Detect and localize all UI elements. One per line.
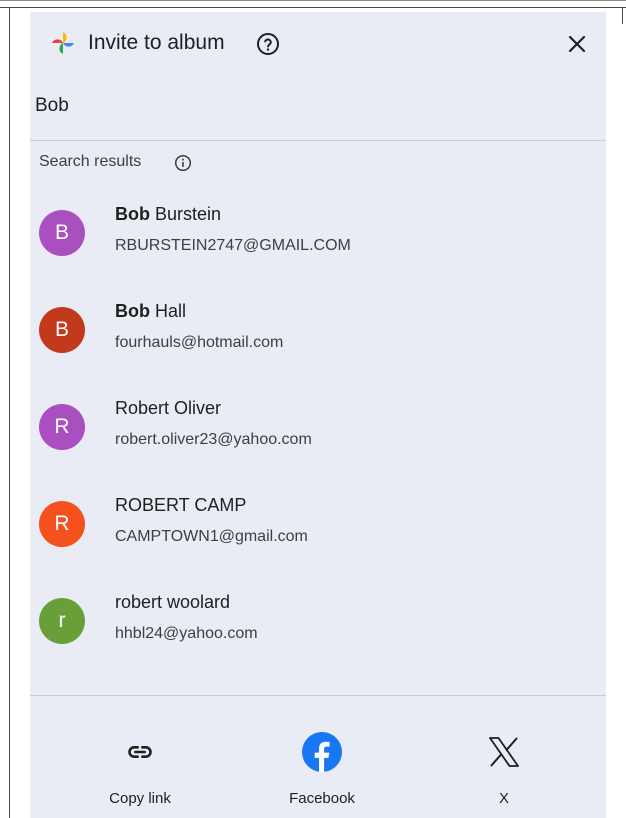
facebook-icon [302, 732, 342, 772]
contact-item[interactable]: r robert woolard hhbl24@yahoo.com [30, 585, 606, 671]
contact-item[interactable]: B Bob Hall fourhauls@hotmail.com [30, 294, 606, 380]
copy-link-button[interactable]: Copy link [80, 724, 200, 814]
avatar: R [39, 501, 85, 547]
contact-name-rest: robert woolard [115, 592, 231, 612]
contact-email: CAMPTOWN1@gmail.com [115, 528, 308, 545]
avatar: B [39, 307, 85, 353]
contact-email: hhbl24@yahoo.com [115, 625, 258, 642]
facebook-label: Facebook [289, 790, 355, 807]
contact-name-rest: ROBERT CAMP [115, 495, 247, 515]
window-top-border-inner [0, 7, 626, 8]
x-label: X [498, 790, 509, 807]
search-input[interactable] [30, 88, 605, 124]
contact-name: ROBERT CAMP [115, 495, 246, 516]
link-icon [120, 732, 160, 772]
contact-name: robert woolard [115, 592, 230, 613]
contact-name-match: Bob [115, 301, 150, 321]
divider [30, 695, 606, 696]
facebook-share-button[interactable]: Facebook [262, 724, 382, 814]
contact-name-rest: Burstein [150, 204, 222, 224]
invite-dialog: Invite to album Search results B Bob Bur… [30, 12, 606, 818]
close-icon[interactable] [565, 32, 589, 56]
window-top-border [0, 0, 626, 1]
info-icon[interactable] [174, 154, 192, 172]
contact-name: Robert Oliver [115, 398, 221, 419]
contact-email: fourhauls@hotmail.com [115, 334, 284, 351]
contact-name-match: Bob [115, 204, 150, 224]
dialog-title: Invite to album [88, 31, 225, 54]
search-results-label: Search results [39, 153, 142, 170]
contact-name-rest: Robert Oliver [115, 398, 222, 418]
window-left-border [9, 8, 10, 818]
dialog-header: Invite to album [30, 12, 606, 76]
google-photos-icon [52, 32, 74, 54]
window-right-border [622, 8, 623, 24]
x-logo-icon [484, 732, 524, 772]
contact-item[interactable]: R Robert Oliver robert.oliver23@yahoo.co… [30, 391, 606, 477]
copy-link-label: Copy link [109, 790, 171, 807]
contact-email: robert.oliver23@yahoo.com [115, 431, 312, 448]
contact-name: Bob Burstein [115, 204, 221, 225]
avatar: r [39, 598, 85, 644]
contact-name: Bob Hall [115, 301, 186, 322]
x-share-button[interactable]: X [444, 724, 564, 814]
avatar: B [39, 210, 85, 256]
contact-name-rest: Hall [150, 301, 187, 321]
contact-item[interactable]: B Bob Burstein RBURSTEIN2747@GMAIL.COM [30, 197, 606, 283]
contact-item[interactable]: R ROBERT CAMP CAMPTOWN1@gmail.com [30, 488, 606, 574]
divider [30, 140, 606, 141]
help-icon[interactable] [256, 32, 280, 56]
avatar: R [39, 404, 85, 450]
contact-email: RBURSTEIN2747@GMAIL.COM [115, 237, 351, 254]
